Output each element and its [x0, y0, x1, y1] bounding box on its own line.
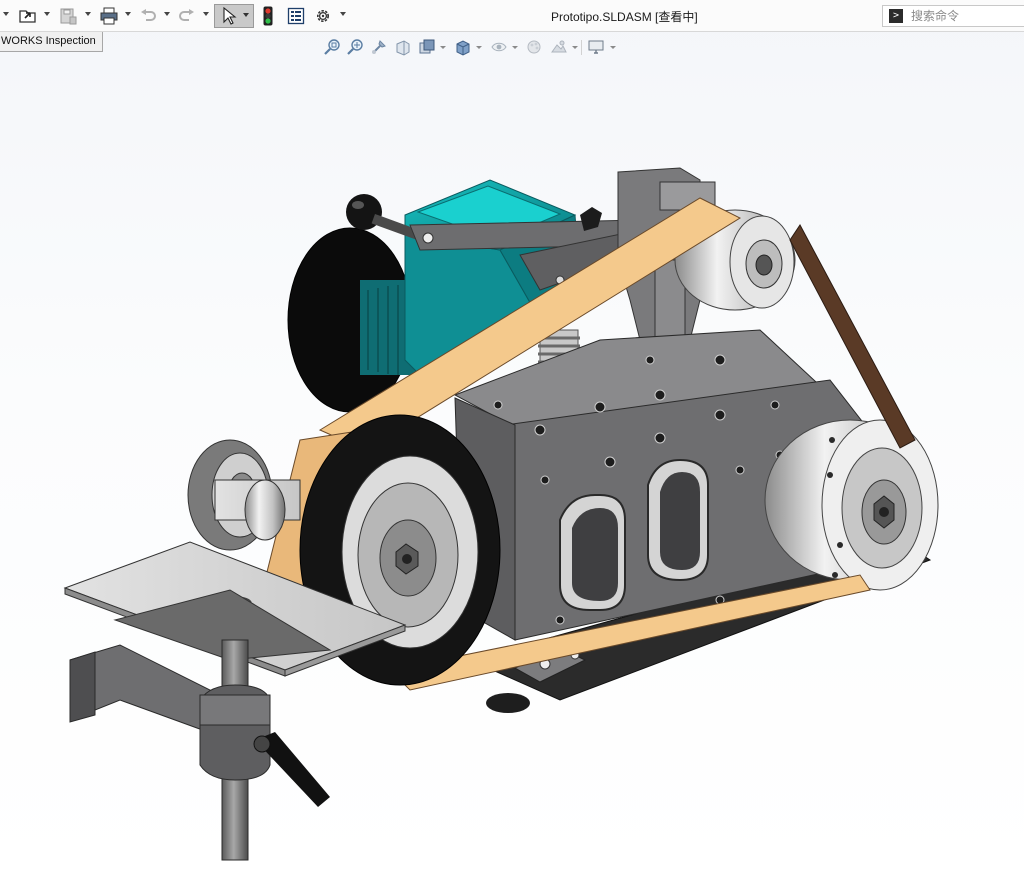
- rubber-foot: [486, 693, 530, 713]
- assembly-graphics-area[interactable]: [0, 0, 1024, 873]
